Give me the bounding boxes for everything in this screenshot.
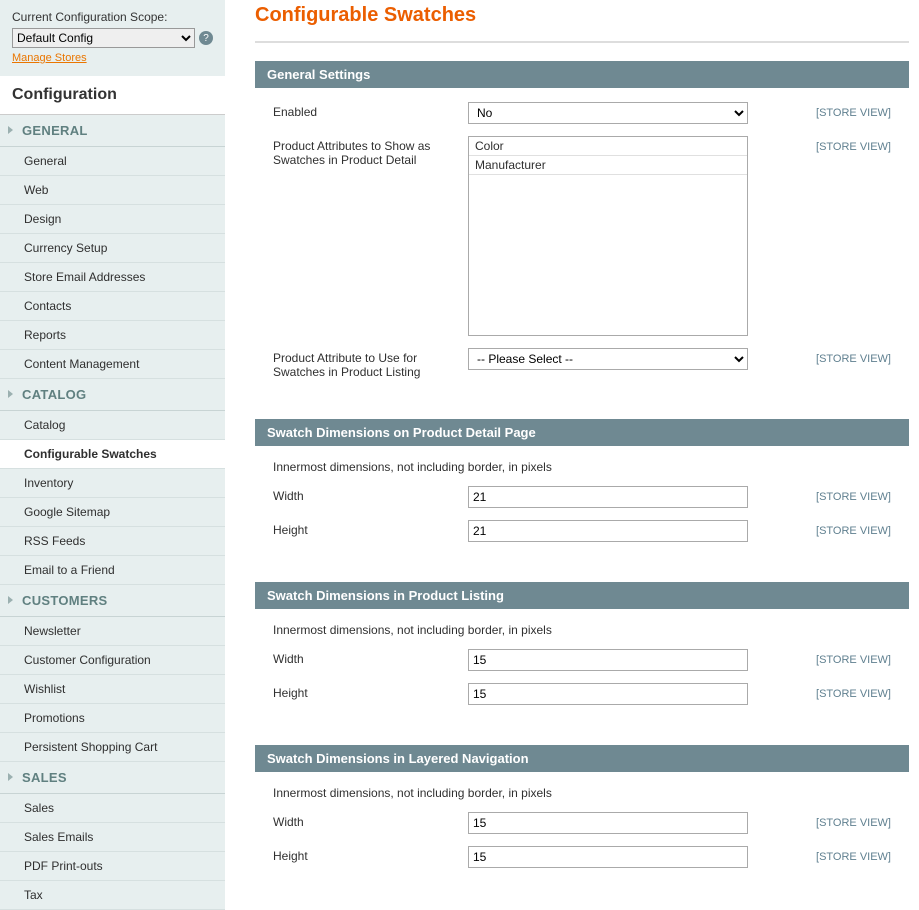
- main-content: Configurable Swatches General Settings E…: [225, 0, 919, 910]
- attr-listing-label: Product Attribute to Use for Swatches in…: [273, 348, 468, 379]
- attr-listing-select[interactable]: -- Please Select --: [468, 348, 748, 370]
- help-icon[interactable]: ?: [199, 31, 213, 45]
- scope-tag: [STORE VIEW]: [816, 817, 891, 829]
- nav-item-inventory[interactable]: Inventory: [0, 469, 225, 498]
- fieldset-listing-dims: Swatch Dimensions in Product Listing Inn…: [255, 582, 909, 727]
- listing-height-label: Height: [273, 683, 468, 700]
- scope-tag: [STORE VIEW]: [816, 525, 891, 537]
- fieldset-layered-dims: Swatch Dimensions in Layered Navigation …: [255, 745, 909, 890]
- chevron-right-icon: [8, 773, 13, 781]
- nav-item-persistent-shopping-cart[interactable]: Persistent Shopping Cart: [0, 733, 225, 762]
- fieldset-general: General Settings Enabled No [STORE VIEW]…: [255, 61, 909, 401]
- nav-item-wishlist[interactable]: Wishlist: [0, 675, 225, 704]
- detail-width-input[interactable]: [468, 486, 748, 508]
- nav-item-promotions[interactable]: Promotions: [0, 704, 225, 733]
- nav-item-tax[interactable]: Tax: [0, 881, 225, 910]
- listing-width-input[interactable]: [468, 649, 748, 671]
- fieldset-detail-dims: Swatch Dimensions on Product Detail Page…: [255, 419, 909, 564]
- nav-item-sales[interactable]: Sales: [0, 794, 225, 823]
- nav-section-customers[interactable]: CUSTOMERS: [0, 585, 225, 617]
- listing-dims-hint: Innermost dimensions, not including bord…: [273, 623, 891, 637]
- nav-item-reports[interactable]: Reports: [0, 321, 225, 350]
- enabled-select[interactable]: No: [468, 102, 748, 124]
- scope-tag: [STORE VIEW]: [816, 353, 891, 365]
- multiselect-option[interactable]: Manufacturer: [469, 156, 747, 175]
- fieldset-header-listing-dims[interactable]: Swatch Dimensions in Product Listing: [255, 582, 909, 609]
- nav-item-design[interactable]: Design: [0, 205, 225, 234]
- scope-tag: [STORE VIEW]: [816, 107, 891, 119]
- listing-height-input[interactable]: [468, 683, 748, 705]
- listing-width-label: Width: [273, 649, 468, 666]
- nav-item-general[interactable]: General: [0, 147, 225, 176]
- chevron-right-icon: [8, 596, 13, 604]
- detail-height-label: Height: [273, 520, 468, 537]
- nav-section-catalog[interactable]: CATALOG: [0, 379, 225, 411]
- sidebar: Current Configuration Scope: Default Con…: [0, 0, 225, 910]
- layered-dims-hint: Innermost dimensions, not including bord…: [273, 786, 891, 800]
- nav-item-rss-feeds[interactable]: RSS Feeds: [0, 527, 225, 556]
- attrs-detail-multiselect[interactable]: ColorManufacturer: [468, 136, 748, 336]
- scope-box: Current Configuration Scope: Default Con…: [0, 10, 225, 76]
- config-heading: Configuration: [0, 76, 225, 115]
- scope-tag: [STORE VIEW]: [816, 688, 891, 700]
- detail-width-label: Width: [273, 486, 468, 503]
- fieldset-header-general[interactable]: General Settings: [255, 61, 909, 88]
- manage-stores-link[interactable]: Manage Stores: [12, 52, 87, 64]
- enabled-label: Enabled: [273, 102, 468, 119]
- nav-item-pdf-print-outs[interactable]: PDF Print-outs: [0, 852, 225, 881]
- scope-tag: [STORE VIEW]: [816, 491, 891, 503]
- detail-dims-hint: Innermost dimensions, not including bord…: [273, 460, 891, 474]
- detail-height-input[interactable]: [468, 520, 748, 542]
- scope-tag: [STORE VIEW]: [816, 141, 891, 153]
- layered-height-input[interactable]: [468, 846, 748, 868]
- fieldset-header-detail-dims[interactable]: Swatch Dimensions on Product Detail Page: [255, 419, 909, 446]
- nav-item-catalog[interactable]: Catalog: [0, 411, 225, 440]
- nav-section-sales[interactable]: SALES: [0, 762, 225, 794]
- nav-item-sales-emails[interactable]: Sales Emails: [0, 823, 225, 852]
- scope-label: Current Configuration Scope:: [12, 10, 213, 24]
- scope-tag: [STORE VIEW]: [816, 654, 891, 666]
- nav-section-general[interactable]: GENERAL: [0, 115, 225, 147]
- nav-item-currency-setup[interactable]: Currency Setup: [0, 234, 225, 263]
- multiselect-option[interactable]: Color: [469, 137, 747, 156]
- layered-width-label: Width: [273, 812, 468, 829]
- nav-section-title: CUSTOMERS: [22, 593, 108, 608]
- nav-item-content-management[interactable]: Content Management: [0, 350, 225, 379]
- nav-item-configurable-swatches[interactable]: Configurable Swatches: [0, 440, 225, 469]
- nav-section-title: GENERAL: [22, 123, 88, 138]
- layered-width-input[interactable]: [468, 812, 748, 834]
- nav-item-google-sitemap[interactable]: Google Sitemap: [0, 498, 225, 527]
- nav-section-title: CATALOG: [22, 387, 86, 402]
- attrs-detail-label: Product Attributes to Show as Swatches i…: [273, 136, 468, 167]
- chevron-right-icon: [8, 390, 13, 398]
- scope-tag: [STORE VIEW]: [816, 851, 891, 863]
- nav-item-email-to-a-friend[interactable]: Email to a Friend: [0, 556, 225, 585]
- page-rule: [255, 41, 909, 43]
- nav-item-store-email-addresses[interactable]: Store Email Addresses: [0, 263, 225, 292]
- nav-section-title: SALES: [22, 770, 67, 785]
- layered-height-label: Height: [273, 846, 468, 863]
- scope-select[interactable]: Default Config: [12, 28, 195, 48]
- nav-item-web[interactable]: Web: [0, 176, 225, 205]
- nav-item-contacts[interactable]: Contacts: [0, 292, 225, 321]
- nav-item-newsletter[interactable]: Newsletter: [0, 617, 225, 646]
- page-title: Configurable Swatches: [255, 4, 909, 27]
- nav-item-customer-configuration[interactable]: Customer Configuration: [0, 646, 225, 675]
- fieldset-header-layered-dims[interactable]: Swatch Dimensions in Layered Navigation: [255, 745, 909, 772]
- chevron-right-icon: [8, 126, 13, 134]
